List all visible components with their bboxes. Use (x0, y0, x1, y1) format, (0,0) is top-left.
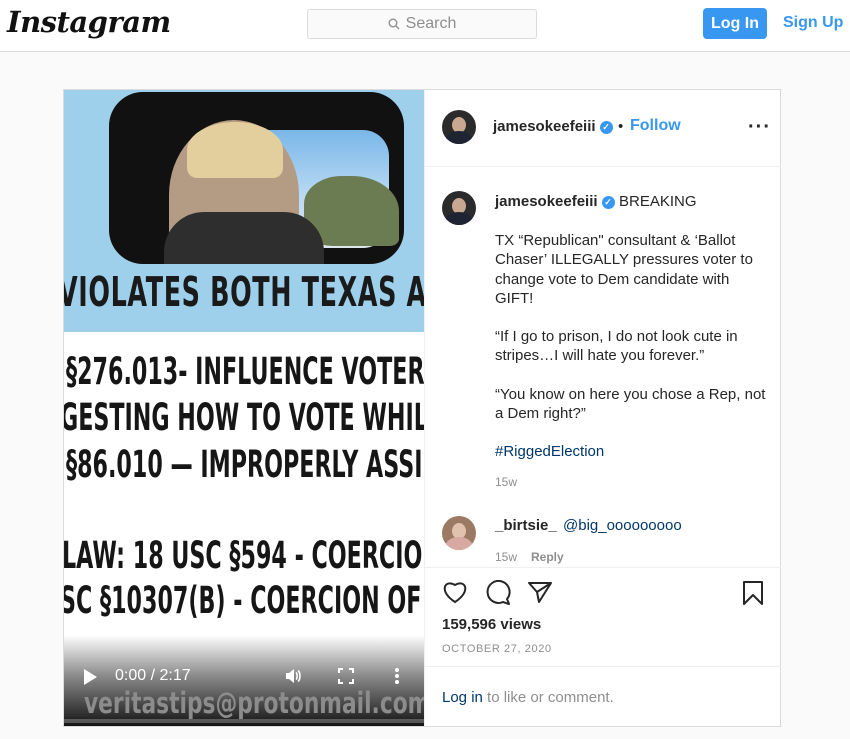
bookmark-icon[interactable] (742, 580, 764, 606)
more-horizontal-icon[interactable]: ··· (748, 117, 771, 137)
verified-icon: ✓ (601, 195, 615, 209)
reply-button[interactable]: Reply (531, 550, 564, 564)
more-vertical-icon[interactable] (394, 667, 400, 685)
login-button[interactable]: Log In (703, 8, 767, 39)
comment-author[interactable]: _birtsie_ (495, 517, 557, 534)
post-card: VIOLATES BOTH TEXAS A §276.013- INFLUENC… (63, 89, 781, 727)
video-player[interactable]: VIOLATES BOTH TEXAS A §276.013- INFLUENC… (64, 90, 424, 726)
video-law-line: SC §10307(B) - COERCION OF A V (64, 579, 424, 622)
caption-paragraph: TX “Republican" consultant & ‘Ballot Cha… (495, 232, 753, 307)
top-nav: Instagram Search Log In Sign Up (0, 0, 850, 52)
divider (425, 567, 781, 568)
video-watermark: veritastips@protonmail.com (84, 686, 424, 720)
heart-icon[interactable] (442, 580, 468, 604)
avatar[interactable] (442, 191, 476, 225)
post-side-panel: jamesokeefeiii ✓ • Follow ··· jamesokeefe… (424, 90, 781, 726)
video-law-line: §86.010 — IMPROPERLY ASSISTI (66, 443, 424, 486)
instagram-logo[interactable]: Instagram (7, 5, 171, 39)
comment-mention[interactable]: @big_ooooooooo (563, 517, 682, 534)
video-law-line: LAW: 18 USC §594 - COERCION O (64, 534, 424, 577)
search-placeholder: Search (405, 15, 457, 32)
video-banner-text: VIOLATES BOTH TEXAS A (64, 268, 424, 316)
caption-age: 15w (495, 475, 518, 489)
login-prompt-text: to like or comment. (482, 689, 614, 706)
video-progress-bar[interactable] (64, 719, 424, 723)
video-law-line: §276.013- INFLUENCE VOTER W (66, 350, 424, 393)
volume-icon[interactable] (284, 667, 302, 685)
share-icon[interactable] (527, 580, 553, 604)
rearview-mirror (109, 92, 404, 264)
avatar[interactable] (442, 110, 476, 144)
search-icon (388, 18, 400, 30)
video-time: 0:00 / 2:17 (115, 667, 191, 684)
comments-list[interactable]: jamesokeefeiii ✓ BREAKING TX “Republican"… (425, 167, 781, 567)
caption-paragraph: “You know on here you chose a Rep, not a… (495, 386, 766, 423)
search-box[interactable]: Search (307, 9, 537, 39)
hashtag-link[interactable]: #RiggedElection (495, 443, 604, 460)
video-law-line: GESTING HOW TO VOTE WHILE ASS (64, 396, 424, 439)
fullscreen-icon[interactable] (338, 668, 354, 684)
caption-author[interactable]: jamesokeefeiii ✓ (495, 193, 615, 210)
signup-link[interactable]: Sign Up (783, 14, 843, 32)
post-date[interactable]: OCTOBER 27, 2020 (442, 643, 552, 655)
play-icon[interactable] (84, 669, 97, 685)
login-link[interactable]: Log in (442, 689, 483, 706)
comment-icon[interactable] (485, 580, 511, 606)
caption-first-word: BREAKING (619, 193, 697, 210)
divider (425, 666, 781, 667)
login-prompt: Log in to like or comment. (442, 689, 614, 706)
separator-dot: • (618, 118, 624, 135)
post-header-user[interactable]: jamesokeefeiii ✓ (493, 118, 613, 135)
follow-button[interactable]: Follow (630, 117, 681, 135)
caption-paragraph: “If I go to prison, I do not look cute i… (495, 328, 738, 365)
username[interactable]: jamesokeefeiii (493, 118, 596, 135)
avatar[interactable] (442, 516, 476, 550)
comment-age: 15w (495, 550, 518, 564)
verified-icon: ✓ (599, 120, 613, 134)
views-count[interactable]: 159,596 views (442, 616, 541, 633)
video-frame-car-scene: VIOLATES BOTH TEXAS A (64, 90, 424, 332)
